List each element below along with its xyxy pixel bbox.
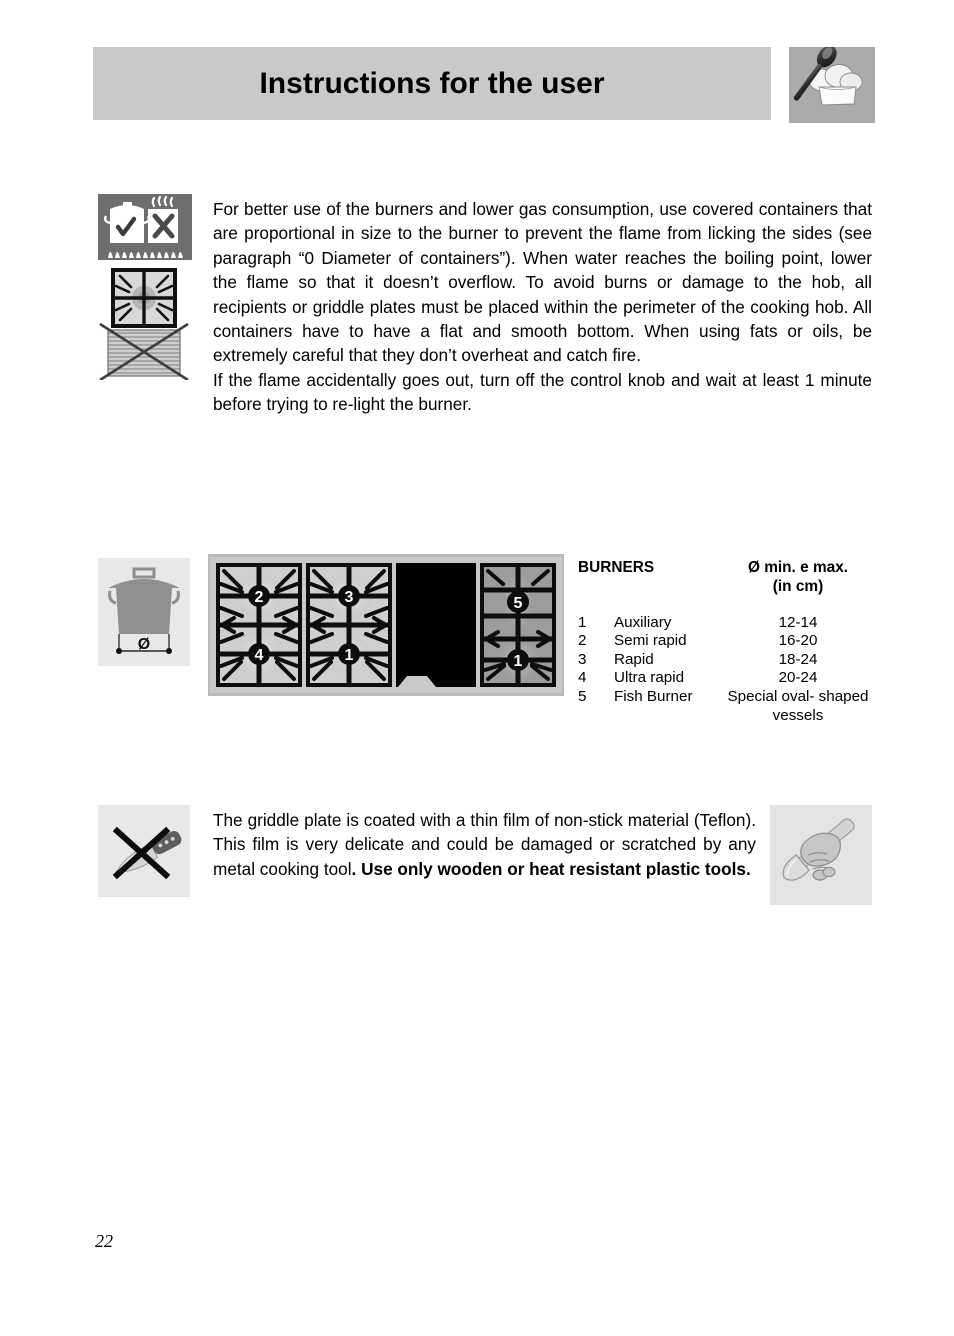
diameter-header-line1: Ø min. e max. bbox=[747, 559, 849, 576]
burner-number: 1 bbox=[578, 614, 587, 631]
cooking-hob-burner-layout-diagram: 2 4 3 1 5 1 bbox=[208, 554, 564, 696]
burner-size: 16-20 bbox=[778, 632, 818, 650]
svg-text:1: 1 bbox=[345, 647, 354, 664]
burner-size: 12-14 bbox=[778, 614, 818, 631]
table-row: 5 Fish Burner Special oval- shaped vesse… bbox=[578, 687, 878, 725]
teflon-paragraph-text: The griddle plate is coated with a thin … bbox=[213, 808, 756, 881]
svg-text:4: 4 bbox=[255, 647, 264, 664]
burner-badge-4: 4 bbox=[248, 643, 270, 665]
burner-number: 3 bbox=[578, 650, 587, 668]
burner-badge-2: 2 bbox=[248, 585, 270, 607]
diameter-header-line2: (in cm) bbox=[772, 578, 824, 595]
table-row: 3 Rapid 18-24 bbox=[578, 650, 878, 668]
burner-size: 20-24 bbox=[778, 669, 818, 687]
svg-text:2: 2 bbox=[255, 589, 264, 606]
burner-number: 5 bbox=[578, 687, 587, 705]
burners-paragraph-1: For better use of the burners and lower … bbox=[213, 199, 872, 366]
teflon-griddle-paragraph: The griddle plate is coated with a thin … bbox=[213, 808, 756, 881]
burner-table-rows: 1 Auxiliary 12-14 2 Semi rapid 16-20 3 R… bbox=[578, 613, 878, 725]
burner-size: Special oval- shaped vessels bbox=[727, 687, 869, 725]
burner-size: 18-24 bbox=[778, 650, 818, 668]
burner-badge-1-left: 1 bbox=[338, 643, 360, 665]
table-row: 1 Auxiliary 12-14 bbox=[578, 613, 878, 631]
covered-pot-check-uncovered-pot-cross-icon bbox=[98, 194, 192, 260]
no-metal-knife-icon bbox=[98, 805, 190, 897]
burner-badge-1-right: 1 bbox=[507, 649, 529, 671]
burner-number: 2 bbox=[578, 632, 587, 650]
hob-panel-griddle bbox=[396, 563, 476, 687]
burner-badge-3: 3 bbox=[338, 585, 360, 607]
burners-usage-paragraph: For better use of the burners and lower … bbox=[213, 197, 872, 417]
burner-sizes-table: BURNERS Ø min. e max. (in cm) 1 Auxiliar… bbox=[578, 558, 878, 725]
hob-panel-right: 5 1 bbox=[480, 563, 556, 687]
burner-number: 4 bbox=[578, 669, 587, 687]
grate-no-overhang-cross-icon bbox=[98, 266, 192, 380]
hand-holding-spatula-icon bbox=[770, 805, 872, 905]
hob-panel-left: 2 4 bbox=[216, 563, 302, 687]
burners-paragraph-2: If the flame accidentally goes out, turn… bbox=[213, 369, 872, 415]
table-row: 4 Ultra rapid 20-24 bbox=[578, 668, 878, 686]
burner-table-header: BURNERS Ø min. e max. (in cm) bbox=[578, 558, 878, 602]
chef-hat-spoon-icon bbox=[789, 47, 875, 123]
svg-text:5: 5 bbox=[514, 595, 523, 612]
pot-diameter-symbol: Ø bbox=[138, 636, 150, 653]
teflon-text-bold: . Use only wooden or heat resistant plas… bbox=[351, 858, 751, 879]
hob-panel-second: 3 1 bbox=[306, 563, 392, 687]
svg-text:1: 1 bbox=[514, 653, 523, 670]
burner-table-col-diameter: Ø min. e max. (in cm) bbox=[718, 558, 878, 596]
burner-badge-5: 5 bbox=[507, 591, 529, 613]
burner-table-col-burners: BURNERS bbox=[578, 559, 655, 576]
page-header-banner: Instructions for the user bbox=[93, 47, 771, 120]
svg-text:3: 3 bbox=[345, 589, 354, 606]
pot-diameter-icon: Ø bbox=[98, 558, 190, 666]
page-title: Instructions for the user bbox=[259, 66, 605, 100]
table-row: 2 Semi rapid 16-20 bbox=[578, 631, 878, 649]
page-number: 22 bbox=[95, 1231, 113, 1251]
